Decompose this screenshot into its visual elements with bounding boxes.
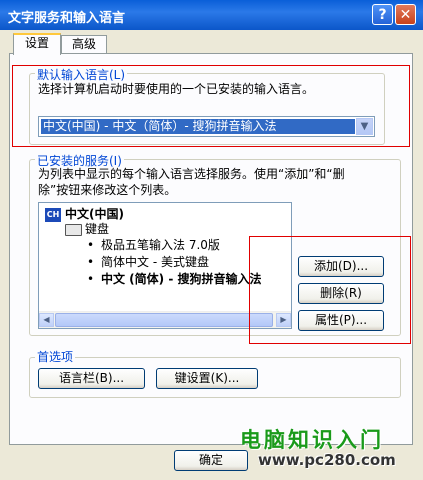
- key-settings-button[interactable]: 键设置(K)...: [156, 368, 258, 389]
- close-icon: ✕: [399, 7, 412, 23]
- tree-service-1[interactable]: 极品五笔输入法 7.0版: [101, 237, 220, 253]
- watermark-title: 电脑知识入门: [240, 428, 384, 452]
- preferences-label: 首选项: [35, 348, 76, 365]
- tree-language[interactable]: 中文(中国): [65, 206, 124, 222]
- tree-service-3[interactable]: 中文 (简体) - 搜狗拼音输入法: [101, 271, 261, 287]
- installed-description-2: 除”按钮来修改这个列表。: [38, 183, 177, 197]
- tab-settings[interactable]: 设置: [13, 33, 61, 55]
- bullet-icon: •: [87, 272, 95, 286]
- title-bar: 文字服务和输入语言 ? ✕: [0, 0, 423, 30]
- bullet-icon: •: [87, 255, 95, 269]
- language-bar-button[interactable]: 语言栏(B)...: [38, 368, 145, 389]
- installed-description-1: 为列表中显示的每个输入语言选择服务。使用“添加”和“删: [38, 167, 345, 181]
- bullet-icon: •: [87, 238, 95, 252]
- tree-category[interactable]: 键盘: [85, 221, 109, 237]
- annotation-box-top: [12, 65, 410, 147]
- keyboard-icon: [65, 224, 82, 236]
- tree-service-2[interactable]: 简体中文 - 美式键盘: [101, 254, 209, 270]
- tab-advanced[interactable]: 高级: [61, 35, 107, 54]
- tab-settings-label: 设置: [24, 36, 49, 50]
- question-icon: ?: [378, 7, 387, 23]
- tab-advanced-label: 高级: [71, 37, 96, 51]
- annotation-box-right: [249, 236, 411, 344]
- language-badge: CH: [45, 208, 61, 222]
- ok-button[interactable]: 确定: [174, 450, 248, 471]
- scroll-left-icon[interactable]: ◀: [39, 313, 54, 327]
- window-title: 文字服务和输入语言: [8, 11, 126, 26]
- scroll-thumb[interactable]: [55, 313, 273, 327]
- close-button[interactable]: ✕: [395, 4, 416, 25]
- help-button[interactable]: ?: [372, 4, 393, 25]
- watermark-url: www.pc280.com: [258, 451, 396, 469]
